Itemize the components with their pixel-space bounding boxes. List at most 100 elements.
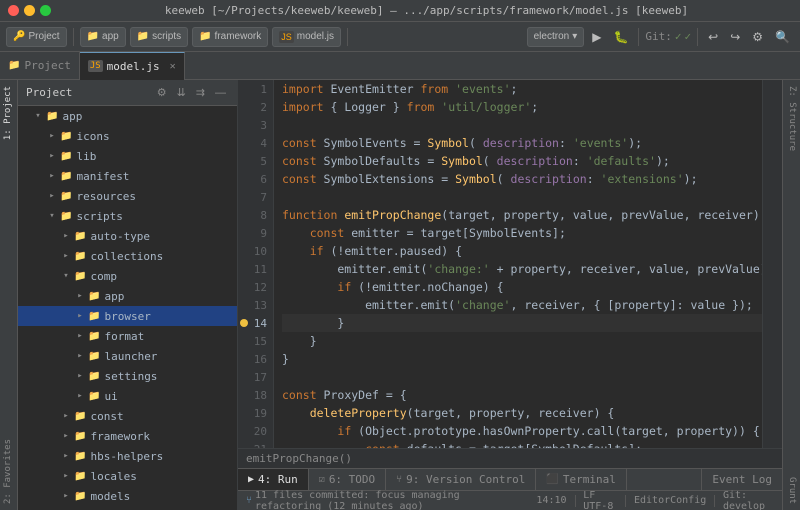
folder-icon: 📁 [88, 351, 100, 362]
line-9: 9 [238, 224, 273, 242]
close-tab-icon[interactable]: ✕ [170, 61, 176, 72]
grunt-panel-tab[interactable]: Grunt [783, 471, 800, 510]
folder-icon: 📁 [88, 311, 100, 322]
tree-expand-button[interactable]: ⇉ [193, 85, 208, 100]
tree-item-manifest[interactable]: ▸ 📁 manifest [18, 166, 237, 186]
tree-item-framework[interactable]: ▸ 📁 framework [18, 426, 237, 446]
function-hint-text: emitPropChange() [246, 452, 352, 465]
folder-icon: 📁 [74, 451, 86, 462]
project-panel-tab[interactable]: 1: Project [0, 80, 17, 146]
editor-content[interactable]: 1 2 3 4 5 6 7 8 9 10 11 12 13 14 15 16 1… [238, 80, 782, 448]
editor: 1 2 3 4 5 6 7 8 9 10 11 12 13 14 15 16 1… [238, 80, 782, 510]
folder-icon: 📁 [60, 151, 72, 162]
line-numbers: 1 2 3 4 5 6 7 8 9 10 11 12 13 14 15 16 1… [238, 80, 274, 448]
tree-item-hbs-helpers[interactable]: ▸ 📁 hbs-helpers [18, 446, 237, 466]
file-nav[interactable]: JS model.js [272, 27, 341, 47]
code-line-7 [282, 188, 762, 206]
scripts-nav[interactable]: 📁 scripts [130, 27, 188, 47]
tree-item-comp-ui[interactable]: ▸ 📁 ui [18, 386, 237, 406]
code-line-5: const SymbolDefaults = Symbol( descripti… [282, 152, 762, 170]
forward-button[interactable]: ↪ [726, 28, 744, 46]
folder-icon: 📁 [74, 431, 86, 442]
tree-item-locales[interactable]: ▸ 📁 locales [18, 466, 237, 486]
toolbar-separator [697, 28, 698, 46]
keeweb-icon: 🔑 [13, 31, 25, 42]
debug-button[interactable]: 🐛 [609, 28, 632, 46]
tree-item-resources[interactable]: ▸ 📁 resources [18, 186, 237, 206]
tree-item-comp-format[interactable]: ▸ 📁 format [18, 326, 237, 346]
tree-item-app[interactable]: ▾ 📁 app [18, 106, 237, 126]
status-divider-3 [714, 495, 715, 507]
tree-item-plugins[interactable]: ▸ 📁 plugins [18, 506, 237, 510]
line-8: 8 [238, 206, 273, 224]
todo-tab[interactable]: ☑ 6: TODO [309, 469, 386, 491]
git-branch-status: Git: develop [723, 490, 774, 510]
status-divider [575, 495, 576, 507]
code-line-11: emitter.emit('change:' + property, recei… [282, 260, 762, 278]
tree-item-auto-type[interactable]: ▸ 📁 auto-type [18, 226, 237, 246]
expand-arrow-icon: ▸ [74, 391, 86, 401]
tree-item-comp-settings[interactable]: ▸ 📁 settings [18, 366, 237, 386]
code-line-21: const defaults = target[SymbolDefaults]; [282, 440, 762, 448]
window-title: keeweb [~/Projects/keeweb/keeweb] – .../… [61, 4, 792, 17]
tree-item-comp[interactable]: ▾ 📁 comp [18, 266, 237, 286]
folder-icon: 📁 [60, 131, 72, 142]
minimap[interactable] [762, 80, 782, 448]
status-divider-2 [625, 495, 626, 507]
expand-arrow-icon: ▸ [74, 371, 86, 381]
tree-item-icons[interactable]: ▸ 📁 icons [18, 126, 237, 146]
search-button[interactable]: 🔍 [771, 28, 794, 46]
line-6: 6 [238, 170, 273, 188]
tree-item-comp-launcher[interactable]: ▸ 📁 launcher [18, 346, 237, 366]
code-line-15: } [282, 332, 762, 350]
folder-icon: 📁 [199, 31, 211, 42]
structure-panel-tab[interactable]: Z: Structure [783, 80, 800, 157]
terminal-tab[interactable]: ⬛ Terminal [536, 469, 626, 491]
run-button[interactable]: ▶ [588, 28, 605, 46]
folder-icon: 📁 [88, 371, 100, 382]
expand-arrow-icon: ▸ [74, 311, 86, 321]
expand-arrow-icon: ▸ [46, 131, 58, 141]
line-17: 17 [238, 368, 273, 386]
tree-collapse-all-button[interactable]: ⇊ [174, 85, 189, 100]
settings-button[interactable]: ⚙ [748, 28, 767, 46]
tree-close-button[interactable]: — [212, 85, 229, 100]
breadcrumb-item-project[interactable]: 📁 Project [0, 52, 80, 80]
folder-icon: 📁 [60, 171, 72, 182]
tree-item-lib[interactable]: ▸ 📁 lib [18, 146, 237, 166]
maximize-button[interactable] [40, 5, 51, 16]
minimize-button[interactable] [24, 5, 35, 16]
tree-item-models[interactable]: ▸ 📁 models [18, 486, 237, 506]
tree-item-comp-browser[interactable]: ▸ 📁 browser [18, 306, 237, 326]
tree-item-collections[interactable]: ▸ 📁 collections [18, 246, 237, 266]
tree-item-comp-app[interactable]: ▸ 📁 app [18, 286, 237, 306]
event-log-tab[interactable]: Event Log [701, 469, 782, 491]
event-log-tab-label: Event Log [712, 473, 772, 486]
line-10: 10 [238, 242, 273, 260]
keeweb-menu[interactable]: 🔑 Project [6, 27, 67, 47]
code-area[interactable]: import EventEmitter from 'events'; impor… [274, 80, 762, 448]
tree-item-const[interactable]: ▸ 📁 const [18, 406, 237, 426]
code-line-9: const emitter = target[SymbolEvents]; [282, 224, 762, 242]
tree-settings-button[interactable]: ⚙ [154, 85, 170, 100]
breadcrumb-item-model-js[interactable]: JS model.js ✕ [80, 52, 185, 80]
code-line-4: const SymbolEvents = Symbol( description… [282, 134, 762, 152]
breadcrumb-bar: 📁 Project JS model.js ✕ [0, 52, 800, 80]
app-nav[interactable]: 📁 app [80, 27, 126, 47]
line-19: 19 [238, 404, 273, 422]
vcs-tab[interactable]: ⑂ 9: Version Control [386, 469, 536, 491]
folder-icon: 📁 [74, 231, 86, 242]
file-tree: Project ⚙ ⇊ ⇉ — ▾ 📁 app ▸ 📁 icons [18, 80, 238, 510]
line-2: 2 [238, 98, 273, 116]
close-button[interactable] [8, 5, 19, 16]
back-button[interactable]: ↩ [704, 28, 722, 46]
framework-nav[interactable]: 📁 framework [192, 27, 268, 47]
editorconfig-status: EditorConfig [634, 495, 706, 506]
tree-item-scripts[interactable]: ▾ 📁 scripts [18, 206, 237, 226]
run-tab[interactable]: ▶ 4: Run [238, 469, 309, 491]
code-line-16: } [282, 350, 762, 368]
favorites-panel-tab[interactable]: 2: Favorites [0, 433, 17, 510]
titlebar: keeweb [~/Projects/keeweb/keeweb] – .../… [0, 0, 800, 22]
electron-selector[interactable]: electron ▾ [527, 27, 585, 47]
code-line-12: if (!emitter.noChange) { [282, 278, 762, 296]
